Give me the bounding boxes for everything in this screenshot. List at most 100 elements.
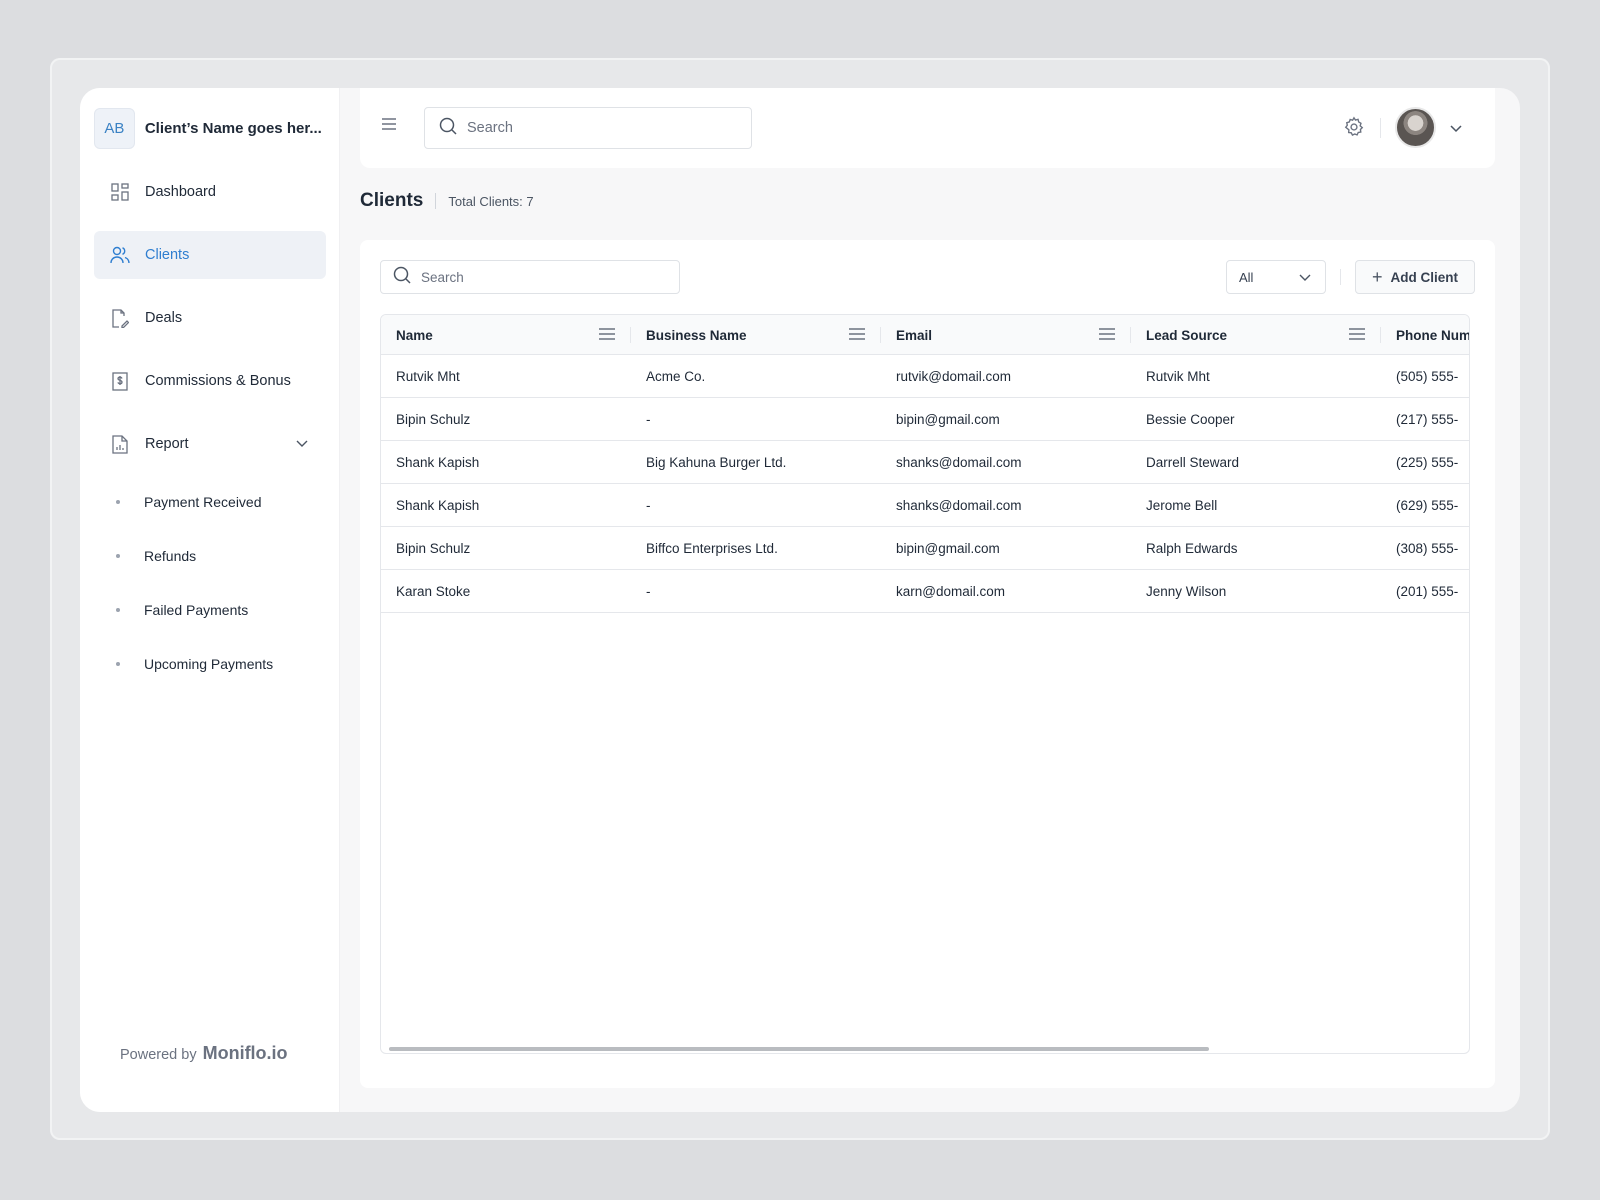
cell-name: Shank Kapish xyxy=(396,497,480,513)
top-bar xyxy=(360,88,1495,168)
report-submenu: Payment Received Refunds Failed Payments… xyxy=(94,475,326,691)
search-icon xyxy=(439,117,457,140)
bullet-icon xyxy=(116,500,120,504)
brand-logo-text[interactable]: Moniflo.io xyxy=(203,1043,288,1064)
table-header: Name Business Name Email Lead Source Pho… xyxy=(381,315,1470,355)
cell-lead-source: Jerome Bell xyxy=(1146,497,1218,513)
user-avatar[interactable] xyxy=(1395,107,1436,148)
table-row[interactable]: Bipin Schulz Biffco Enterprises Ltd. bip… xyxy=(381,527,1469,570)
sidebar-item-commissions[interactable]: Commissions & Bonus xyxy=(94,357,326,405)
cell-name: Bipin Schulz xyxy=(396,411,471,427)
sidebar-item-dashboard[interactable]: Dashboard xyxy=(94,168,326,216)
sidebar-item-label: Clients xyxy=(145,247,190,263)
search-icon xyxy=(393,266,411,289)
report-icon xyxy=(110,434,130,454)
app-window: AB Client’s Name goes her... Dashboard C… xyxy=(80,88,1520,1112)
cell-name: Karan Stoke xyxy=(396,583,471,599)
sidebar-subitem-failed-payments[interactable]: Failed Payments xyxy=(94,583,326,637)
sidebar-item-deals[interactable]: Deals xyxy=(94,294,326,342)
cell-business-name: Biffco Enterprises Ltd. xyxy=(646,540,778,556)
cell-email: bipin@gmail.com xyxy=(896,411,1000,427)
table-search-input[interactable] xyxy=(421,269,641,285)
powered-by-text: Powered by xyxy=(120,1047,197,1063)
cell-phone: (217) 555- xyxy=(1396,411,1459,427)
cell-business-name: Big Kahuna Burger Ltd. xyxy=(646,454,787,470)
clients-table: Name Business Name Email Lead Source Pho… xyxy=(380,314,1470,1054)
total-clients-count: Total Clients: 7 xyxy=(448,193,534,209)
cell-phone: (225) 555- xyxy=(1396,454,1459,470)
dashboard-icon xyxy=(110,182,130,202)
column-menu-icon[interactable] xyxy=(1098,327,1116,344)
column-menu-icon[interactable] xyxy=(598,327,616,344)
cell-email: shanks@domail.com xyxy=(896,497,1022,513)
org-avatar: AB xyxy=(94,107,135,149)
cell-phone: (308) 555- xyxy=(1396,540,1459,556)
cell-business-name: - xyxy=(646,411,651,427)
org-switcher[interactable]: AB Client’s Name goes her... xyxy=(94,107,326,149)
cell-business-name: - xyxy=(646,497,651,513)
users-icon xyxy=(110,245,130,265)
column-header-label: Lead Source xyxy=(1146,327,1228,343)
table-search[interactable] xyxy=(380,260,680,294)
column-header-email[interactable]: Email xyxy=(881,315,1131,355)
sidebar-item-label: Report xyxy=(145,436,189,452)
sidebar-subitem-refunds[interactable]: Refunds xyxy=(94,529,326,583)
table-row[interactable]: Shank Kapish Big Kahuna Burger Ltd. shan… xyxy=(381,441,1469,484)
sidebar-item-report[interactable]: Report xyxy=(94,420,326,468)
add-client-button[interactable]: + Add Client xyxy=(1355,260,1475,294)
horizontal-scrollbar[interactable] xyxy=(389,1047,1209,1051)
clients-card: All + Add Client Name Business Name xyxy=(360,240,1495,1088)
cell-phone: (505) 555- xyxy=(1396,368,1459,384)
sidebar-item-clients[interactable]: Clients xyxy=(94,231,326,279)
bullet-icon xyxy=(116,554,120,558)
plus-icon: + xyxy=(1371,266,1383,287)
dollar-document-icon xyxy=(110,371,130,391)
table-row[interactable]: Bipin Schulz - bipin@gmail.com Bessie Co… xyxy=(381,398,1469,441)
sidebar-subitem-payment-received[interactable]: Payment Received xyxy=(94,475,326,529)
hamburger-menu-icon[interactable] xyxy=(380,116,400,136)
chevron-down-icon xyxy=(1299,270,1311,285)
toolbar-divider xyxy=(1340,269,1341,285)
cell-email: shanks@domail.com xyxy=(896,454,1022,470)
sidebar-nav: Dashboard Clients Deals Commissions & Bo… xyxy=(94,168,326,691)
global-search[interactable] xyxy=(424,107,752,149)
filter-selected-value: All xyxy=(1239,269,1254,285)
cell-lead-source: Bessie Cooper xyxy=(1146,411,1235,427)
sidebar-subitem-label: Payment Received xyxy=(144,494,262,510)
column-header-lead-source[interactable]: Lead Source xyxy=(1131,315,1381,355)
sidebar-subitem-label: Upcoming Payments xyxy=(144,656,274,672)
title-divider xyxy=(435,193,437,209)
sidebar-subitem-label: Refunds xyxy=(144,548,197,564)
table-row[interactable]: Shank Kapish - shanks@domail.com Jerome … xyxy=(381,484,1469,527)
cell-lead-source: Jenny Wilson xyxy=(1146,583,1227,599)
settings-gear-icon[interactable] xyxy=(1343,116,1365,143)
cell-lead-source: Rutvik Mht xyxy=(1146,368,1210,384)
sidebar-item-label: Deals xyxy=(145,310,183,326)
column-header-label: Phone Num xyxy=(1396,327,1470,343)
column-menu-icon[interactable] xyxy=(848,327,866,344)
sidebar-subitem-upcoming-payments[interactable]: Upcoming Payments xyxy=(94,637,326,691)
cell-email: karn@domail.com xyxy=(896,583,1005,599)
document-edit-icon xyxy=(110,308,130,328)
page-header: Clients Total Clients: 7 xyxy=(360,190,534,212)
table-row[interactable]: Rutvik Mht Acme Co. rutvik@domail.com Ru… xyxy=(381,355,1469,398)
cell-lead-source: Ralph Edwards xyxy=(1146,540,1238,556)
column-menu-icon[interactable] xyxy=(1348,327,1366,344)
sidebar-item-label: Dashboard xyxy=(145,184,216,200)
filter-dropdown[interactable]: All xyxy=(1226,260,1326,294)
column-header-business-name[interactable]: Business Name xyxy=(631,315,881,355)
bullet-icon xyxy=(116,662,120,666)
page-title: Clients xyxy=(360,190,424,211)
chevron-down-icon xyxy=(296,436,308,452)
column-header-name[interactable]: Name xyxy=(381,315,631,355)
sidebar: AB Client’s Name goes her... Dashboard C… xyxy=(80,88,340,1112)
chevron-down-icon[interactable] xyxy=(1450,120,1462,138)
cell-lead-source: Darrell Steward xyxy=(1146,454,1240,470)
cell-email: bipin@gmail.com xyxy=(896,540,1000,556)
sidebar-item-label: Commissions & Bonus xyxy=(145,373,291,389)
column-header-phone-number[interactable]: Phone Num xyxy=(1381,315,1470,355)
powered-by: Powered by Moniflo.io xyxy=(120,1043,288,1064)
global-search-input[interactable] xyxy=(467,120,707,136)
cell-phone: (629) 555- xyxy=(1396,497,1459,513)
table-row[interactable]: Karan Stoke - karn@domail.com Jenny Wils… xyxy=(381,570,1469,613)
